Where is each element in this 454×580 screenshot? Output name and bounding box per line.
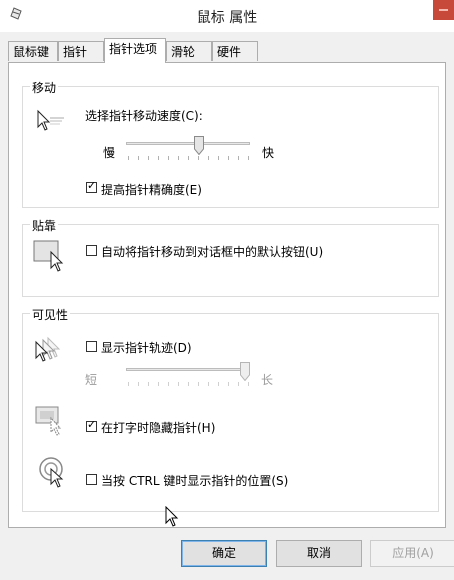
tab-hardware[interactable]: 硬件 [212,41,258,61]
trails-slider-thumb[interactable] [240,362,250,381]
tab-pointer-options[interactable]: 指针选项 [104,38,166,63]
hide-while-typing-checkbox[interactable] [86,418,97,432]
window-title: 鼠标 属性 [196,10,258,26]
pointer-speed-icon [37,109,64,131]
show-location-checkbox[interactable] [86,474,97,485]
trails-checkbox[interactable] [86,341,97,352]
precision-checkbox[interactable] [86,179,97,193]
slow-label: 慢 [103,146,116,160]
tab-pointers[interactable]: 指针 [58,41,104,61]
long-label: 长 [261,373,274,387]
title-bar: 鼠标 属性 [0,0,454,32]
show-location-label[interactable]: 当按 CTRL 键时显示指针的位置(S) [101,472,288,489]
close-button[interactable] [433,0,454,20]
snap-group [22,224,439,297]
apply-button[interactable]: 应用(A) [370,540,454,567]
ok-button[interactable]: 确定 [181,540,267,567]
tab-buttons[interactable]: 鼠标键 [8,41,58,61]
precision-label[interactable]: 提高指针精确度(E) [101,181,202,198]
cancel-button[interactable]: 取消 [276,540,362,567]
hide-pointer-icon [35,406,62,436]
tab-wheel[interactable]: 滑轮 [166,41,212,61]
pointer-location-icon [39,457,64,488]
snap-to-icon [33,240,64,272]
hide-while-typing-label[interactable]: 在打字时隐藏指针(H) [101,419,215,436]
speed-slider-track[interactable] [126,142,250,145]
cursor-arrow-icon [165,506,179,527]
trails-slider-track[interactable] [126,368,250,371]
motion-group-label: 移动 [30,79,59,96]
pointer-trails-icon [35,336,61,362]
snap-checkbox[interactable] [86,245,97,256]
snap-group-label: 贴靠 [30,217,59,234]
trails-slider-ticks [128,382,249,386]
speed-slider-ticks [128,156,249,160]
fast-label: 快 [262,146,275,160]
speed-slider-thumb[interactable] [194,136,204,155]
short-label: 短 [85,373,98,387]
visibility-group-label: 可见性 [30,306,71,323]
motion-group [22,86,439,208]
snap-label[interactable]: 自动将指针移动到对话框中的默认按钮(U) [101,243,323,260]
trails-label[interactable]: 显示指针轨迹(D) [101,339,192,356]
speed-label: 选择指针移动速度(C): [85,109,203,123]
